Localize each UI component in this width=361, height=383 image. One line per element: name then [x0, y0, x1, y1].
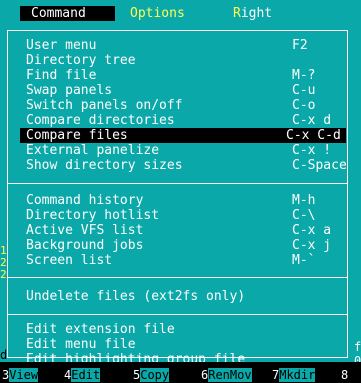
- menu-item-background-jobs[interactable]: Background jobs C-x j: [26, 238, 342, 253]
- left-edge-char: d: [0, 348, 8, 362]
- menu-item-label: Compare files: [26, 128, 128, 143]
- menu-item-label: Find file: [26, 68, 97, 83]
- shortcut: M-`: [292, 253, 316, 268]
- command-dropdown: User menu F2 Directory tree Find file M-? …: [0, 22, 361, 367]
- menu-item-command-history[interactable]: Command history M-h: [26, 193, 342, 208]
- shortcut: M-h: [292, 193, 316, 208]
- left-panel-edge: 1 2 2: [0, 245, 7, 305]
- fkey-label: Mkdir: [279, 368, 316, 382]
- shortcut: C-x C-d: [286, 128, 341, 143]
- menu-item-compare-directories[interactable]: Compare directories C-x d: [26, 113, 342, 128]
- menu-item-compare-files[interactable]: Compare files C-x C-d: [20, 128, 346, 143]
- shortcut: C-x d: [292, 113, 332, 128]
- shortcut: C-u: [292, 83, 316, 98]
- menu-item-label: Switch panels on/off: [26, 98, 183, 113]
- fkey-mkdir[interactable]: 7Mkdir: [272, 368, 316, 383]
- function-key-bar: 3View 4Edit 5Copy 6RenMov 7Mkdir 8: [0, 362, 361, 383]
- shortcut: C-o: [292, 98, 316, 113]
- menu-item-swap-panels[interactable]: Swap panels C-u: [26, 83, 342, 98]
- menu-item-screen-list[interactable]: Screen list M-`: [26, 253, 342, 268]
- menu-item-edit-menu-file[interactable]: Edit menu file: [26, 337, 342, 352]
- fkey-label: View: [9, 368, 39, 382]
- shortcut: C-\: [292, 208, 316, 223]
- dropdown-frame: User menu F2 Directory tree Find file M-? …: [7, 30, 348, 367]
- shortcut: C-x j: [292, 238, 332, 253]
- right-edge-char: f: [354, 340, 361, 354]
- menu-item-label: Compare directories: [26, 113, 175, 128]
- menu-separator: [8, 183, 347, 184]
- menu-item-edit-extension-file[interactable]: Edit extension file: [26, 322, 342, 337]
- fkey-view[interactable]: 3View: [2, 368, 39, 383]
- menu-item-label: Directory hotlist: [26, 208, 160, 223]
- menu-item-label: User menu: [26, 38, 97, 53]
- menu-item-label: Show directory sizes: [26, 158, 183, 173]
- menu-item-label: Command history: [26, 193, 144, 208]
- menu-command[interactable]: Command: [31, 6, 86, 21]
- menu-item-user-menu[interactable]: User menu F2: [26, 38, 342, 53]
- menu-item-show-directory-sizes[interactable]: Show directory sizes C-Space: [26, 158, 347, 173]
- menu-bar: Command Options Right: [0, 0, 361, 22]
- menu-separator: [8, 277, 347, 278]
- menu-item-directory-tree[interactable]: Directory tree: [26, 53, 342, 68]
- menu-item-undelete-files[interactable]: Undelete files (ext2fs only): [26, 289, 342, 304]
- fkey-renmov[interactable]: 6RenMov: [201, 368, 252, 383]
- shortcut: M-?: [292, 68, 316, 83]
- menu-item-label: External panelize: [26, 143, 160, 158]
- menu-options[interactable]: Options: [130, 6, 185, 21]
- menu-item-label: Swap panels: [26, 83, 113, 98]
- menu-item-label: Edit menu file: [26, 337, 136, 352]
- shortcut: F2: [292, 38, 308, 53]
- menu-item-label: Background jobs: [26, 238, 144, 253]
- menu-item-label: Active VFS list: [26, 223, 144, 238]
- fkey-label: Copy: [140, 368, 170, 382]
- menu-item-directory-hotlist[interactable]: Directory hotlist C-\: [26, 208, 342, 223]
- menu-item-external-panelize[interactable]: External panelize C-x !: [26, 143, 342, 158]
- menu-item-label: Directory tree: [26, 53, 136, 68]
- menu-right[interactable]: Right: [233, 6, 272, 21]
- left-edge-char: 2: [0, 268, 7, 281]
- menu-item-switch-panels[interactable]: Switch panels on/off C-o: [26, 98, 342, 113]
- menu-right-rest: ight: [240, 6, 273, 21]
- menu-item-label: Edit extension file: [26, 322, 175, 337]
- menu-item-active-vfs-list[interactable]: Active VFS list C-x a: [26, 223, 342, 238]
- shortcut: C-x !: [292, 143, 332, 158]
- fkey-edit[interactable]: 4Edit: [64, 368, 101, 383]
- fkey-number: 8: [341, 368, 349, 382]
- menu-item-find-file[interactable]: Find file M-?: [26, 68, 342, 83]
- fkey-8[interactable]: 8: [341, 368, 349, 383]
- menu-right-hotkey: R: [233, 6, 241, 21]
- menu-separator: [8, 314, 347, 315]
- menu-item-label: Undelete files (ext2fs only): [26, 289, 246, 304]
- shortcut: C-Space: [292, 158, 347, 173]
- fkey-label: RenMov: [208, 368, 252, 382]
- menu-item-label: Screen list: [26, 253, 113, 268]
- menu-options-label: Options: [130, 6, 185, 21]
- shortcut: C-x a: [292, 223, 332, 238]
- fkey-copy[interactable]: 5Copy: [133, 368, 170, 383]
- fkey-label: Edit: [71, 368, 101, 382]
